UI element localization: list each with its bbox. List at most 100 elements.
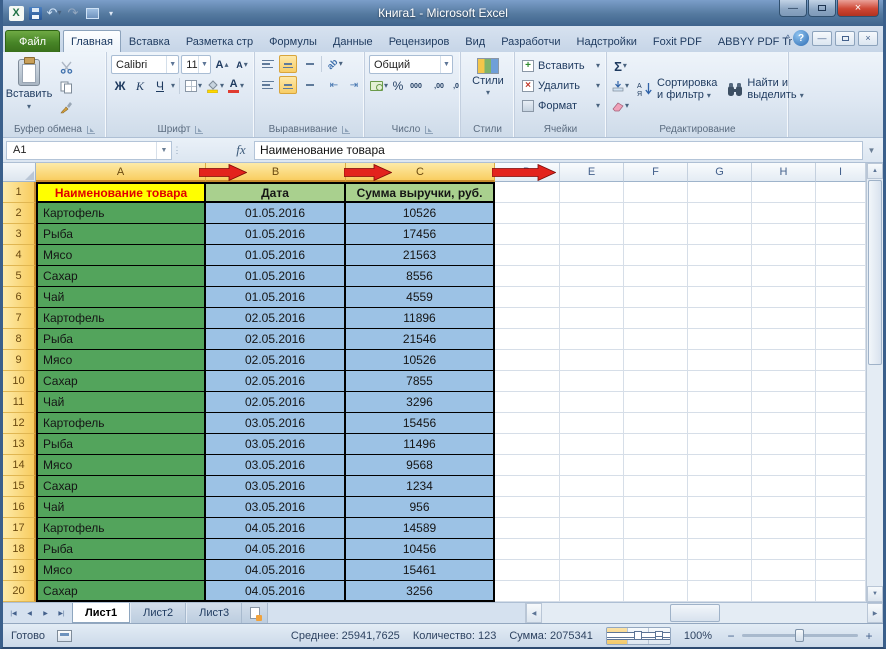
cell-F19[interactable] bbox=[624, 560, 688, 581]
column-header-F[interactable]: F bbox=[624, 163, 688, 182]
cell-E10[interactable] bbox=[560, 371, 624, 392]
tab-Главная[interactable]: Главная bbox=[63, 30, 121, 52]
cell-H15[interactable] bbox=[752, 476, 816, 497]
first-sheet-button[interactable]: |◀ bbox=[6, 606, 21, 621]
tab-Разработчи[interactable]: Разработчи bbox=[493, 30, 568, 52]
cell-I1[interactable] bbox=[816, 182, 866, 203]
cell-B1[interactable]: Дата bbox=[206, 182, 346, 203]
cell-D11[interactable] bbox=[495, 392, 560, 413]
delete-cells-button[interactable]: × Удалить▾ bbox=[519, 76, 603, 95]
minimize-ribbon-icon[interactable]: ^ bbox=[786, 33, 790, 43]
cell-E19[interactable] bbox=[560, 560, 624, 581]
cell-I11[interactable] bbox=[816, 392, 866, 413]
tab-Разметка стр[interactable]: Разметка стр bbox=[178, 30, 261, 52]
cell-G3[interactable] bbox=[688, 224, 752, 245]
cell-C20[interactable]: 3256 bbox=[346, 581, 495, 602]
normal-view-button[interactable] bbox=[607, 628, 628, 644]
autosum-button[interactable]: Σ▾ bbox=[611, 57, 630, 75]
cell-F8[interactable] bbox=[624, 329, 688, 350]
row-header-6[interactable]: 6 bbox=[3, 287, 36, 308]
cell-A18[interactable]: Рыба bbox=[36, 539, 206, 560]
cell-D8[interactable] bbox=[495, 329, 560, 350]
row-header-1[interactable]: 1 bbox=[3, 182, 36, 203]
cell-E15[interactable] bbox=[560, 476, 624, 497]
cell-H17[interactable] bbox=[752, 518, 816, 539]
row-header-19[interactable]: 19 bbox=[3, 560, 36, 581]
cell-H18[interactable] bbox=[752, 539, 816, 560]
cell-D5[interactable] bbox=[495, 266, 560, 287]
cell-A9[interactable]: Мясо bbox=[36, 350, 206, 371]
cell-G11[interactable] bbox=[688, 392, 752, 413]
cell-D20[interactable] bbox=[495, 581, 560, 602]
cell-A2[interactable]: Картофель bbox=[36, 203, 206, 224]
cell-C5[interactable]: 8556 bbox=[346, 266, 495, 287]
dialog-launcher-icon[interactable] bbox=[342, 126, 350, 134]
cell-B12[interactable]: 03.05.2016 bbox=[206, 413, 346, 434]
cell-F7[interactable] bbox=[624, 308, 688, 329]
align-left-button[interactable] bbox=[259, 76, 277, 94]
align-right-button[interactable] bbox=[299, 76, 317, 94]
increase-decimal-button[interactable]: ,00 bbox=[431, 77, 447, 95]
tab-Вставка[interactable]: Вставка bbox=[121, 30, 178, 52]
cell-C17[interactable]: 14589 bbox=[346, 518, 495, 539]
zoom-thumb[interactable] bbox=[795, 629, 804, 642]
cell-A5[interactable]: Сахар bbox=[36, 266, 206, 287]
cell-B17[interactable]: 04.05.2016 bbox=[206, 518, 346, 539]
cell-C3[interactable]: 17456 bbox=[346, 224, 495, 245]
cell-C19[interactable]: 15461 bbox=[346, 560, 495, 581]
macro-record-icon[interactable] bbox=[57, 630, 72, 642]
row-header-2[interactable]: 2 bbox=[3, 203, 36, 224]
cell-C1[interactable]: Сумма выручки, руб. bbox=[346, 182, 495, 203]
cell-G2[interactable] bbox=[688, 203, 752, 224]
help-icon[interactable]: ? bbox=[793, 30, 809, 46]
vertical-scrollbar[interactable]: ▲ ▼ bbox=[866, 163, 883, 602]
insert-sheet-button[interactable] bbox=[242, 603, 268, 623]
cell-C12[interactable]: 15456 bbox=[346, 413, 495, 434]
cell-G17[interactable] bbox=[688, 518, 752, 539]
tab-Вид[interactable]: Вид bbox=[457, 30, 493, 52]
column-header-E[interactable]: E bbox=[560, 163, 624, 182]
cell-I2[interactable] bbox=[816, 203, 866, 224]
excel-logo-icon[interactable]: X bbox=[8, 4, 24, 22]
cell-I18[interactable] bbox=[816, 539, 866, 560]
cell-A12[interactable]: Картофель bbox=[36, 413, 206, 434]
row-header-13[interactable]: 13 bbox=[3, 434, 36, 455]
undo-button[interactable]: ↶▾ bbox=[46, 4, 62, 22]
cell-H6[interactable] bbox=[752, 287, 816, 308]
cell-C10[interactable]: 7855 bbox=[346, 371, 495, 392]
cell-B5[interactable]: 01.05.2016 bbox=[206, 266, 346, 287]
maximize-button[interactable] bbox=[808, 0, 836, 17]
cell-F1[interactable] bbox=[624, 182, 688, 203]
cell-A15[interactable]: Сахар bbox=[36, 476, 206, 497]
cell-G18[interactable] bbox=[688, 539, 752, 560]
cell-D15[interactable] bbox=[495, 476, 560, 497]
cell-B7[interactable]: 02.05.2016 bbox=[206, 308, 346, 329]
grow-font-button[interactable]: А▴ bbox=[213, 56, 231, 74]
cell-D3[interactable] bbox=[495, 224, 560, 245]
borders-button[interactable]: ▾ bbox=[184, 77, 203, 95]
align-center-button[interactable] bbox=[279, 76, 297, 94]
cell-E1[interactable] bbox=[560, 182, 624, 203]
cell-A3[interactable]: Рыба bbox=[36, 224, 206, 245]
fill-color-button[interactable]: ▾ bbox=[205, 77, 225, 95]
cell-H3[interactable] bbox=[752, 224, 816, 245]
cell-G12[interactable] bbox=[688, 413, 752, 434]
cell-F2[interactable] bbox=[624, 203, 688, 224]
cell-H13[interactable] bbox=[752, 434, 816, 455]
cell-F3[interactable] bbox=[624, 224, 688, 245]
workbook-restore-button[interactable] bbox=[835, 31, 855, 46]
cell-A6[interactable]: Чай bbox=[36, 287, 206, 308]
cell-E7[interactable] bbox=[560, 308, 624, 329]
cell-D6[interactable] bbox=[495, 287, 560, 308]
cell-I17[interactable] bbox=[816, 518, 866, 539]
underline-button[interactable]: Ч bbox=[151, 77, 169, 95]
dialog-launcher-icon[interactable] bbox=[195, 126, 203, 134]
cell-B8[interactable]: 02.05.2016 bbox=[206, 329, 346, 350]
name-box[interactable]: A1 ▼ bbox=[6, 141, 172, 160]
cell-D17[interactable] bbox=[495, 518, 560, 539]
cell-D12[interactable] bbox=[495, 413, 560, 434]
row-header-9[interactable]: 9 bbox=[3, 350, 36, 371]
cell-C2[interactable]: 10526 bbox=[346, 203, 495, 224]
cell-E12[interactable] bbox=[560, 413, 624, 434]
cut-button[interactable] bbox=[54, 58, 78, 76]
